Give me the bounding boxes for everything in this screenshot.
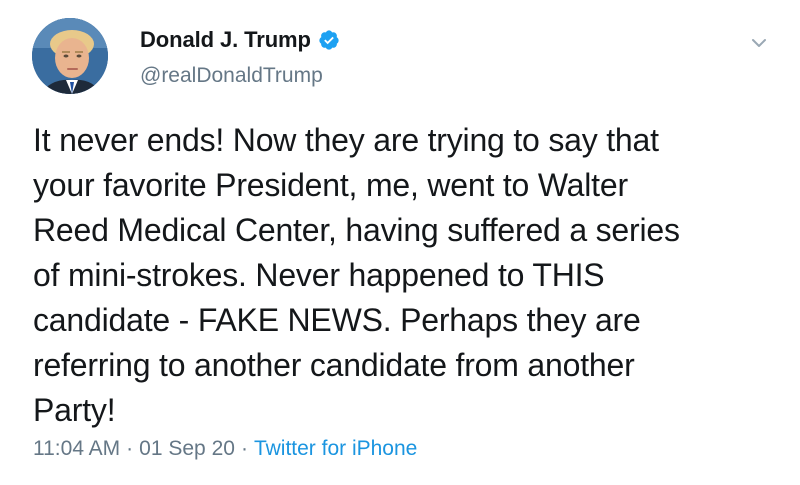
tweet-meta: 11:04 AM · 01 Sep 20 · Twitter for iPhon… <box>33 437 417 461</box>
meta-separator: · <box>126 437 134 460</box>
user-handle[interactable]: @realDonaldTrump <box>140 64 340 88</box>
name-row: Donald J. Trump <box>140 26 340 54</box>
tweet-card: Donald J. Trump @realDonaldTrump It neve… <box>0 0 800 485</box>
avatar-image <box>32 18 108 94</box>
tweet-date[interactable]: 01 Sep 20 <box>139 437 235 461</box>
avatar[interactable] <box>32 18 108 94</box>
verified-badge-icon <box>318 29 340 51</box>
tweet-time[interactable]: 11:04 AM <box>33 437 120 461</box>
chevron-down-icon[interactable] <box>750 34 768 52</box>
tweet-text: It never ends! Now they are trying to sa… <box>33 122 680 428</box>
display-name[interactable]: Donald J. Trump <box>140 27 311 53</box>
tweet-source-link[interactable]: Twitter for iPhone <box>254 437 417 461</box>
meta-separator: · <box>240 437 248 460</box>
author-info: Donald J. Trump @realDonaldTrump <box>140 26 340 88</box>
